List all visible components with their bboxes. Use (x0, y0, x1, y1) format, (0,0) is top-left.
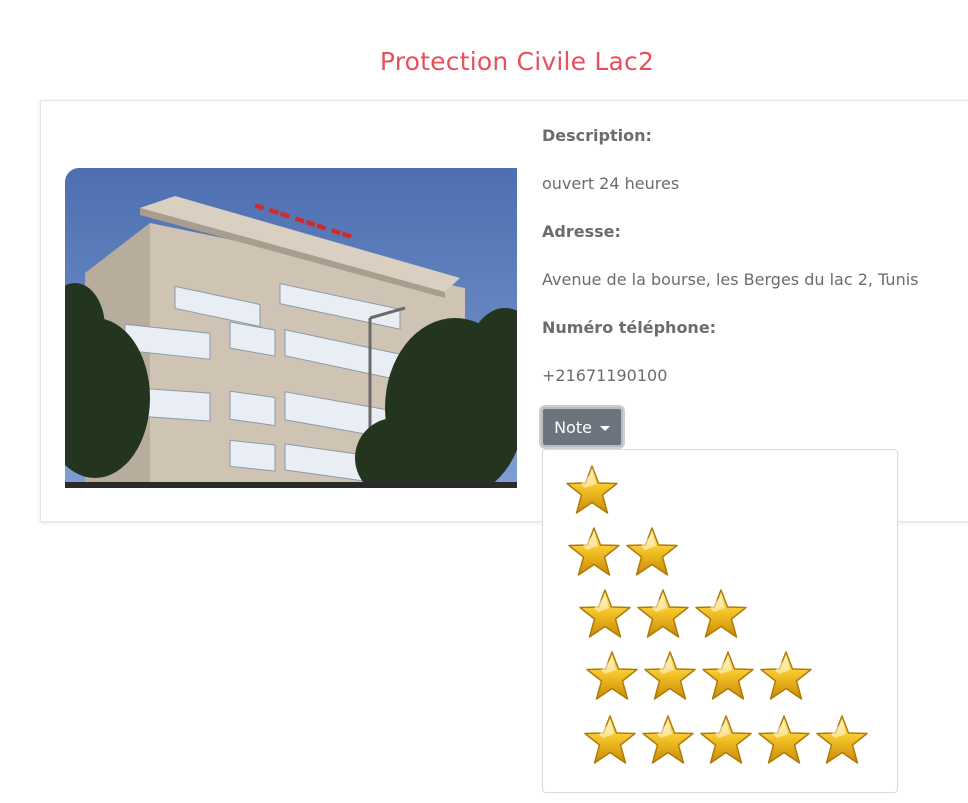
star-icon (565, 464, 619, 516)
rating-option-4-stars[interactable] (585, 650, 813, 702)
star-icon (641, 714, 695, 766)
star-icon (757, 714, 811, 766)
star-icon (585, 650, 639, 702)
description-value: ouvert 24 heures (542, 174, 680, 193)
rating-option-3-stars[interactable] (578, 588, 748, 640)
note-dropdown-button[interactable]: Note (541, 407, 623, 447)
page-title: Protection Civile Lac2 (379, 46, 655, 76)
star-icon (701, 650, 755, 702)
rating-option-1-star[interactable] (565, 464, 619, 516)
star-icon (759, 650, 813, 702)
address-label: Adresse: (542, 222, 621, 241)
star-icon (699, 714, 753, 766)
caret-down-icon (599, 425, 610, 431)
note-button-label: Note (554, 417, 592, 437)
star-icon (578, 588, 632, 640)
description-label: Description: (542, 126, 652, 145)
address-value: Avenue de la bourse, les Berges du lac 2… (542, 270, 919, 289)
star-icon (636, 588, 690, 640)
note-dropdown-menu (542, 449, 898, 793)
rating-option-2-stars[interactable] (567, 526, 679, 578)
phone-label: Numéro téléphone: (542, 318, 717, 337)
star-icon (625, 526, 679, 578)
phone-value: +21671190100 (542, 366, 668, 385)
star-icon (567, 526, 621, 578)
star-icon (815, 714, 869, 766)
station-photo: ▬ ▬▬ ▬▬▬ ▬▬ (65, 168, 517, 488)
star-icon (583, 714, 637, 766)
rating-option-5-stars[interactable] (583, 714, 869, 766)
star-icon (694, 588, 748, 640)
star-icon (643, 650, 697, 702)
